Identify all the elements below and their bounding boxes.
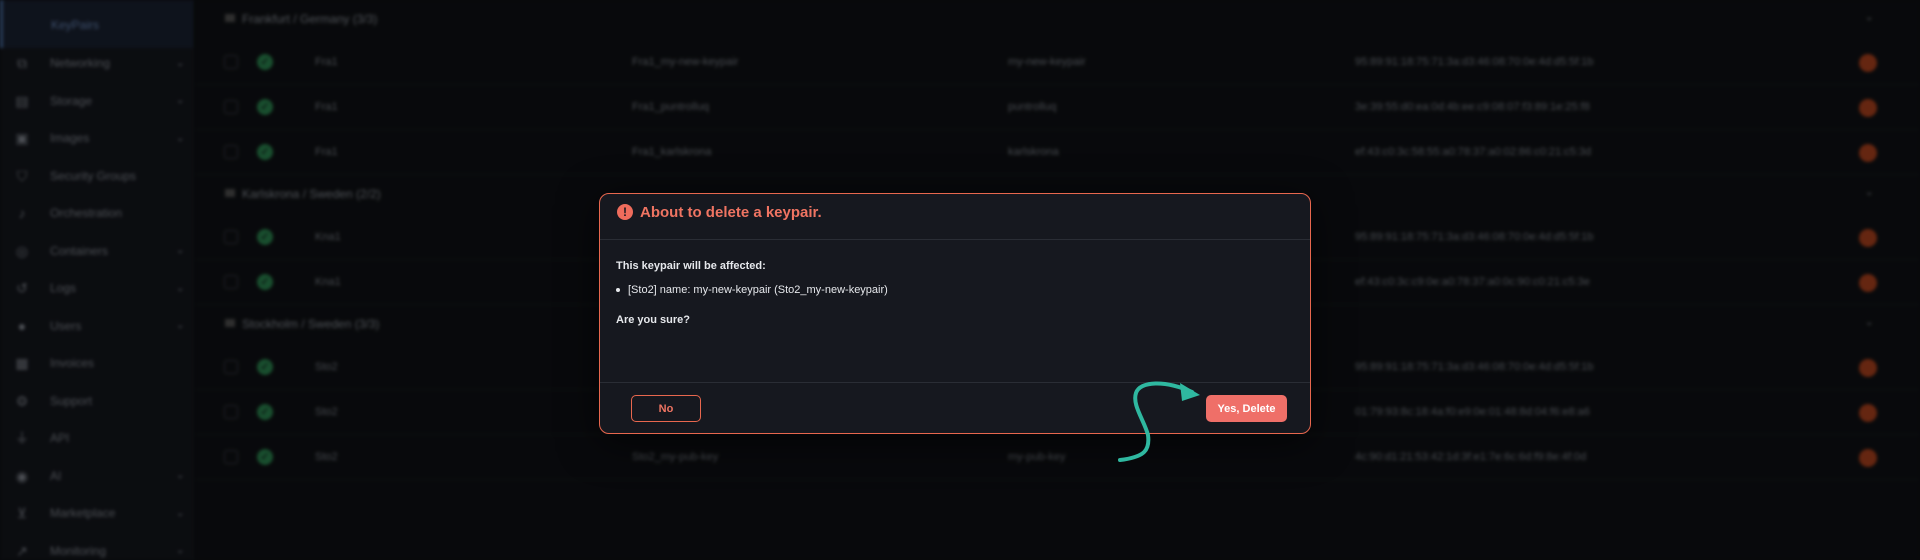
annotation-arrow-icon (1118, 381, 1200, 462)
affected-keypair-item: [Sto2] name: my-new-keypair (Sto2_my-new… (616, 284, 888, 296)
yes-delete-button[interactable]: Yes, Delete (1206, 395, 1287, 422)
no-button[interactable]: No (631, 395, 701, 422)
affected-label: This keypair will be affected: (616, 260, 766, 272)
dialog-header: ! About to delete a keypair. (600, 194, 1310, 240)
bullet-icon (616, 288, 620, 293)
alert-icon: ! (617, 204, 633, 220)
affected-keypair-text: [Sto2] name: my-new-keypair (Sto2_my-new… (628, 284, 888, 296)
confirm-question: Are you sure? (616, 314, 690, 326)
dialog-body: This keypair will be affected: [Sto2] na… (600, 241, 1310, 375)
dialog-title: About to delete a keypair. (640, 204, 822, 221)
